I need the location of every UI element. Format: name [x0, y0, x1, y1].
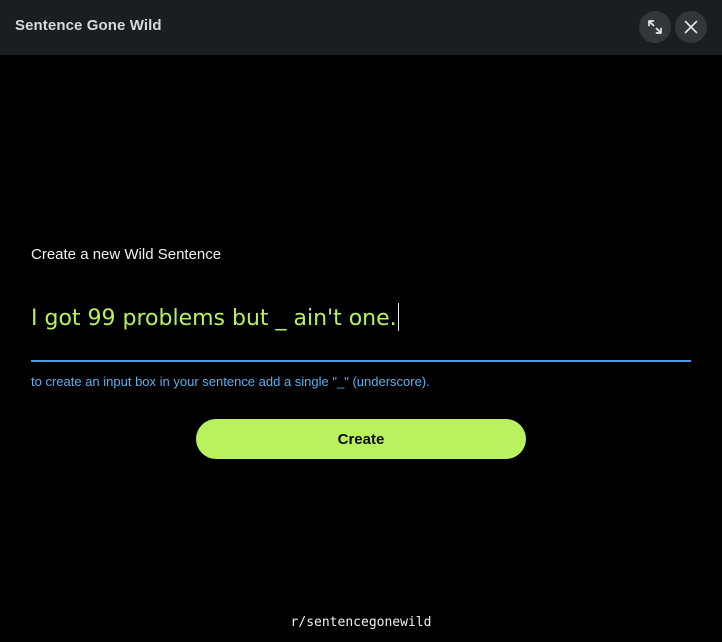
- create-sentence-label: Create a new Wild Sentence: [31, 246, 222, 263]
- title-bar: Sentence Gone Wild: [0, 0, 722, 55]
- underscore-hint: to create an input box in your sentence …: [31, 374, 430, 389]
- sentence-input[interactable]: I got 99 problems but _ ain't one.: [31, 296, 691, 362]
- window-title: Sentence Gone Wild: [15, 17, 162, 34]
- sentence-input-value: I got 99 problems but _ ain't one.: [31, 303, 399, 331]
- text-caret: [397, 303, 399, 331]
- close-icon: [684, 20, 698, 34]
- expand-icon: [648, 20, 662, 34]
- subreddit-footer: r/sentencegonewild: [290, 615, 432, 630]
- close-button[interactable]: [675, 11, 707, 43]
- app-window: Sentence Gone Wild Create a new Wild Sen…: [0, 0, 722, 642]
- create-button[interactable]: Create: [196, 419, 526, 459]
- expand-button[interactable]: [639, 11, 671, 43]
